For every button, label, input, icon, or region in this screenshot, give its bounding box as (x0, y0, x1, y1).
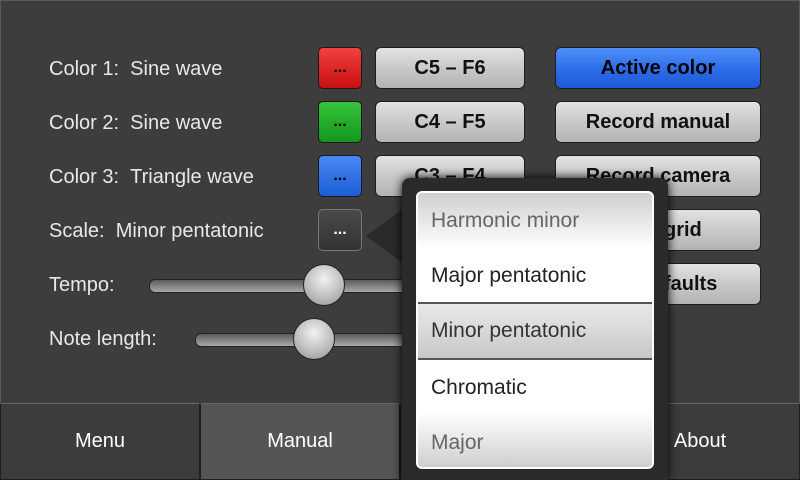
popup-arrow (366, 208, 404, 264)
tempo-label: Tempo: (49, 274, 115, 296)
scale-picker-button[interactable]: ... (318, 209, 362, 251)
scale-label: Scale: Minor pentatonic (49, 220, 264, 242)
tempo-slider-handle[interactable] (303, 264, 345, 306)
record-manual-button[interactable]: Record manual (555, 101, 761, 143)
note-length-slider-handle[interactable] (293, 318, 335, 360)
picker-item[interactable]: Harmonic minor (418, 193, 652, 248)
color-2-label: Color 2: Sine wave (49, 112, 223, 134)
color-2-range-button[interactable]: C4 – F5 (375, 101, 525, 143)
active-color-button[interactable]: Active color (555, 47, 761, 89)
settings-panel: Color 1: Sine wave ... C5 – F6 Color 2: … (0, 0, 800, 403)
picker-item[interactable]: Major (418, 415, 652, 467)
nav-menu[interactable]: Menu (0, 403, 200, 480)
bottom-nav: Menu Manual About (0, 403, 800, 480)
note-length-label: Note length: (49, 328, 157, 350)
color-1-range-button[interactable]: C5 – F6 (375, 47, 525, 89)
color-3-swatch-button[interactable]: ... (318, 155, 362, 197)
color-1-swatch-button[interactable]: ... (318, 47, 362, 89)
color-3-label: Color 3: Triangle wave (49, 166, 254, 188)
picker-item[interactable]: Chromatic (418, 360, 652, 415)
nav-manual[interactable]: Manual (200, 403, 400, 480)
color-2-swatch-button[interactable]: ... (318, 101, 362, 143)
picker-item[interactable]: Major pentatonic (418, 248, 652, 303)
scale-picker-wheel[interactable]: Harmonic minor Major pentatonic Minor pe… (416, 191, 654, 469)
color-1-label: Color 1: Sine wave (49, 58, 223, 80)
picker-item-selected[interactable]: Minor pentatonic (418, 302, 652, 360)
